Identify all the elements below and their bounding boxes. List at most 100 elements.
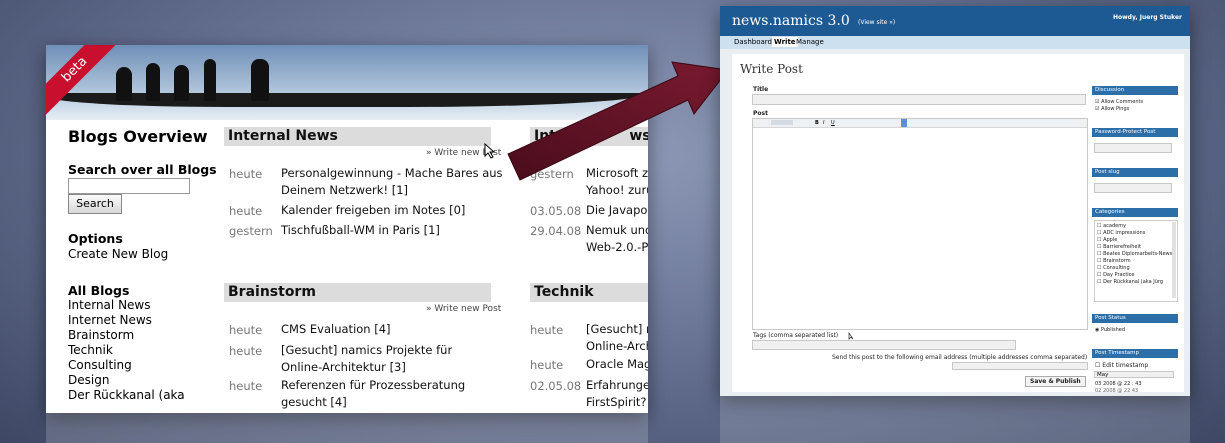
allow-pings-checkbox[interactable]: ☑ Allow Pings	[1095, 106, 1129, 112]
category-checkbox[interactable]: ☐ Brainstorm	[1097, 258, 1131, 264]
category-checkbox[interactable]: ☐ ADC impressions	[1097, 230, 1145, 236]
post-date: heute	[229, 323, 263, 337]
silhouette-figure	[251, 59, 269, 101]
password-input[interactable]	[1094, 143, 1172, 153]
post-title-link[interactable]: Nemuk und	[586, 221, 648, 239]
post-date: heute	[229, 204, 263, 218]
post-title-link[interactable]: Tischfußball-WM in Paris [1]	[281, 221, 440, 239]
post-date: heute	[229, 344, 263, 358]
blog-link-internet-news[interactable]: Internet News	[68, 313, 152, 327]
blog-link-consulting[interactable]: Consulting	[68, 358, 132, 372]
post-title-link[interactable]: Referenzen für Prozessberatung	[281, 376, 465, 394]
minute-field[interactable]: 43	[1135, 381, 1141, 387]
post-title-link[interactable]: [Gesucht] r	[586, 320, 648, 338]
category-checkbox[interactable]: ☐ Barrierefreiheit	[1097, 244, 1141, 250]
post-date: heute	[229, 379, 263, 393]
post-date: gestern	[229, 224, 273, 238]
quickcode-icon[interactable]	[771, 120, 793, 125]
beta-ribbon: beta	[46, 45, 122, 117]
tags-label: Tags (comma separated list)	[753, 332, 839, 339]
title-input[interactable]	[752, 94, 1086, 105]
email-input[interactable]	[952, 362, 1088, 370]
view-site-link[interactable]: (View site »)	[858, 19, 895, 26]
password-box-header[interactable]: Password-Protect Post	[1092, 128, 1178, 137]
search-button[interactable]: Search	[68, 194, 122, 214]
post-title-link-cont[interactable]: FirstSpirit?	[586, 393, 647, 411]
month-select[interactable]: May	[1094, 371, 1174, 378]
category-checkbox[interactable]: ☐ Der Rückkanal (aka Jürg	[1097, 279, 1163, 285]
post-timestamp-header[interactable]: Post Timestamp	[1092, 349, 1178, 358]
tags-input[interactable]	[752, 340, 1016, 350]
post-date: 29.04.08	[530, 224, 582, 238]
silhouette-figure	[116, 67, 132, 101]
categories-box-header[interactable]: Categories	[1092, 208, 1178, 217]
post-title-link[interactable]: CMS Evaluation [4]	[281, 320, 391, 338]
silhouette-figure	[146, 63, 160, 101]
categories-scrollbar[interactable]	[1172, 222, 1176, 298]
nav-write[interactable]: Write	[772, 37, 798, 47]
all-blogs-heading: All Blogs	[68, 283, 130, 298]
italic-icon[interactable]: I	[823, 120, 824, 126]
blog-link-internal-news[interactable]: Internal News	[68, 298, 151, 312]
post-title-link-cont[interactable]: gesucht [4]	[281, 393, 347, 411]
hour-field[interactable]: 22	[1124, 381, 1130, 387]
silhouette-figure	[204, 59, 216, 101]
post-title-link-cont[interactable]: Online-Architektur [3]	[281, 358, 406, 376]
technik-header: Technik	[530, 283, 648, 302]
post-title-link[interactable]: [Gesucht] namics Projekte für	[281, 341, 452, 359]
write-post-screenshot: news.namics 3.0 (View site ») Howdy, Jue…	[720, 6, 1190, 396]
category-checkbox[interactable]: ☐ Consulting	[1097, 265, 1130, 271]
post-date: heute	[229, 167, 263, 181]
bold-icon[interactable]: B	[815, 120, 819, 126]
title-label: Title	[753, 86, 769, 93]
post-title-link[interactable]: Personalgewinnung - Mache Bares aus	[281, 164, 503, 182]
published-label: Published	[1100, 327, 1126, 333]
category-checkbox[interactable]: ☐ Beates Diplomarbeits-News	[1097, 251, 1172, 257]
allow-comments-checkbox[interactable]: ☑ Allow Comments	[1095, 99, 1143, 105]
save-publish-button[interactable]: Save & Publish	[1025, 376, 1086, 387]
blog-link-design[interactable]: Design	[68, 373, 109, 387]
nav-dashboard[interactable]: Dashboard	[734, 38, 772, 46]
right-screenshot-reflection	[720, 396, 1190, 443]
year-field[interactable]: 2008	[1103, 381, 1116, 387]
edit-timestamp-label: Edit timestamp	[1102, 362, 1149, 369]
category-checkbox[interactable]: ☐ academy	[1097, 223, 1126, 229]
blog-link-rueckkanal[interactable]: Der Rückkanal (aka	[68, 388, 185, 402]
post-title-link-cont[interactable]: Deinem Netzwerk! [1]	[281, 181, 408, 199]
post-slug-header[interactable]: Post slug	[1092, 168, 1178, 177]
post-date: 03.05.08	[530, 204, 582, 218]
post-slug-input[interactable]	[1094, 183, 1172, 193]
mouse-cursor-icon	[848, 332, 854, 340]
underline-icon[interactable]: U	[831, 120, 835, 126]
silhouette-figure	[174, 65, 189, 101]
blog-link-brainstorm[interactable]: Brainstorm	[68, 328, 134, 342]
post-title-link[interactable]: Die Javapol	[586, 201, 648, 219]
category-checkbox[interactable]: ☐ Apple	[1097, 237, 1117, 243]
post-title-link[interactable]: Erfahrunge	[586, 376, 648, 394]
post-title-link-cont[interactable]: Online-Arch	[586, 337, 648, 355]
post-editor[interactable]: B I U	[752, 118, 1088, 330]
howdy-user[interactable]: Howdy, Juerg Stuker	[1113, 14, 1182, 21]
admin-nav: Dashboard Write Manage	[720, 36, 1190, 49]
create-new-blog-link[interactable]: Create New Blog	[68, 247, 168, 261]
blog-link-technik[interactable]: Technik	[68, 343, 113, 357]
category-checkbox[interactable]: ☐ Day Practice	[1097, 272, 1135, 278]
post-status-header[interactable]: Post Status	[1092, 314, 1178, 323]
editor-tool-icon[interactable]	[901, 119, 907, 127]
left-screenshot-reflection	[46, 413, 648, 443]
post-title-link[interactable]: Kalender freigeben im Notes [0]	[281, 201, 465, 219]
post-title-link-cont[interactable]: Web-2.0.-P	[586, 238, 648, 256]
mouse-cursor-icon	[484, 143, 496, 159]
page-title: Write Post	[740, 62, 803, 76]
edit-timestamp-checkbox[interactable]: ☐ Edit timestamp	[1095, 362, 1148, 369]
search-input[interactable]	[68, 178, 190, 194]
write-new-post-link[interactable]: » Write new Post	[426, 304, 501, 314]
post-title-link[interactable]: Oracle Mag	[586, 355, 648, 373]
published-radio[interactable]: ◉ Published	[1095, 327, 1125, 333]
editor-toolbar: B I U	[753, 119, 1087, 128]
arrow-icon	[507, 61, 729, 181]
options-heading: Options	[68, 231, 123, 246]
nav-manage[interactable]: Manage	[796, 38, 824, 46]
day-field[interactable]: 03	[1095, 381, 1101, 387]
discussion-box-header[interactable]: Discussion	[1092, 86, 1178, 95]
